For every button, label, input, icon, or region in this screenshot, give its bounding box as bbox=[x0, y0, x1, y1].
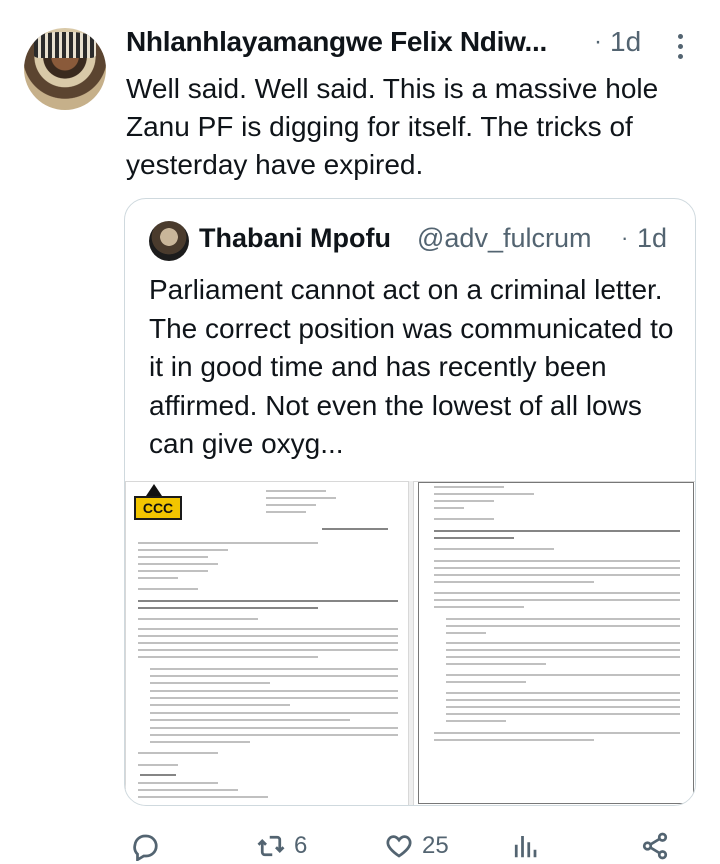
more-icon[interactable] bbox=[674, 34, 686, 64]
like-count: 25 bbox=[422, 832, 449, 859]
tweet-time[interactable]: 1d bbox=[610, 26, 641, 58]
reply-button[interactable] bbox=[130, 830, 168, 862]
ccc-logo-mark bbox=[146, 484, 162, 496]
reply-icon bbox=[133, 834, 158, 861]
attached-images[interactable]: CCC bbox=[125, 481, 695, 805]
quoted-text: Parliament cannot act on a criminal lett… bbox=[149, 274, 674, 459]
tweet-text: Well said. Well said. This is a massive … bbox=[126, 73, 659, 180]
like-button[interactable]: 25 bbox=[384, 830, 449, 862]
quoted-time: 1d bbox=[637, 223, 668, 253]
separator-dot: · bbox=[594, 28, 602, 55]
author-name[interactable]: Nhlanhlayamangwe Felix Ndiw... bbox=[126, 26, 547, 58]
share-icon bbox=[642, 832, 668, 860]
like-icon bbox=[386, 835, 412, 858]
quoted-author-name: Thabani Mpofu bbox=[199, 223, 391, 253]
author-avatar[interactable] bbox=[24, 28, 106, 110]
letter-image-2[interactable] bbox=[413, 481, 695, 805]
retweet-count: 6 bbox=[294, 832, 308, 859]
letter-image-1[interactable]: CCC bbox=[125, 481, 409, 805]
quoted-handle: @adv_fulcrum bbox=[417, 223, 592, 253]
share-button[interactable] bbox=[640, 830, 670, 862]
quoted-tweet[interactable]: Thabani Mpofu @adv_fulcrum · 1d Parliame… bbox=[124, 198, 696, 806]
analytics-button[interactable] bbox=[510, 830, 540, 862]
retweet-button[interactable]: 6 bbox=[256, 830, 307, 862]
tweet-actions: 6 25 bbox=[0, 826, 720, 864]
ccc-logo: CCC bbox=[134, 496, 182, 520]
retweet-icon bbox=[257, 835, 285, 857]
quoted-avatar bbox=[149, 221, 189, 261]
separator-dot: · bbox=[621, 225, 629, 250]
analytics-icon bbox=[514, 836, 537, 858]
